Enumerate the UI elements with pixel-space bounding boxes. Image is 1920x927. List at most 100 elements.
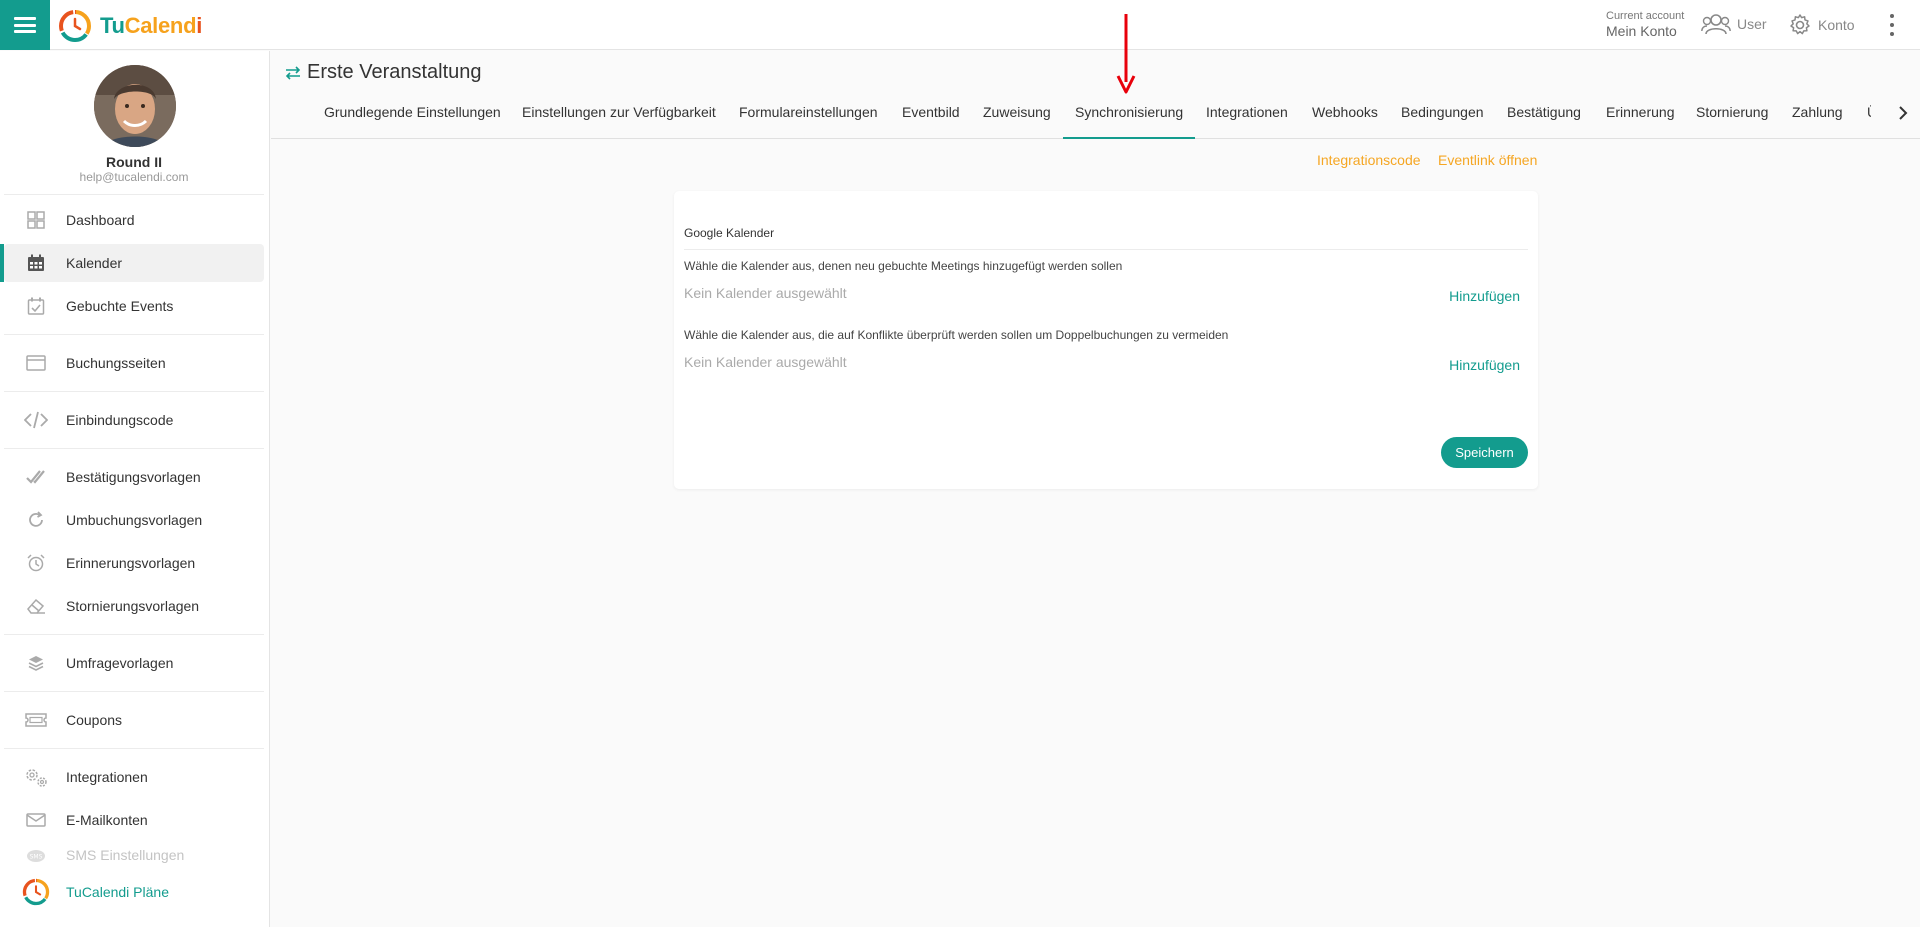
chevron-right-icon[interactable] bbox=[1893, 103, 1913, 123]
integration-code-link[interactable]: Integrationscode bbox=[1317, 152, 1421, 168]
tab-synchronisierung[interactable]: Synchronisierung bbox=[1062, 104, 1196, 139]
calendar-check-icon bbox=[22, 292, 50, 320]
sidebar-item-gebuchte-events[interactable]: Gebuchte Events bbox=[4, 287, 264, 325]
tab-verfuegbarkeit[interactable]: Einstellungen zur Verfügbarkeit bbox=[522, 104, 716, 120]
account-settings-button[interactable]: Konto bbox=[1788, 13, 1855, 37]
user-menu-label: User bbox=[1737, 16, 1767, 32]
sidebar-item-label: Integrationen bbox=[66, 769, 148, 785]
page-title: Erste Veranstaltung bbox=[285, 61, 482, 84]
sidebar-divider bbox=[4, 448, 264, 449]
sidebar-item-kalender[interactable]: Kalender bbox=[0, 244, 264, 282]
sidebar-item-label: Einbindungscode bbox=[66, 412, 174, 428]
google-calendar-sync-card: Google Kalender Wähle die Kalender aus, … bbox=[674, 191, 1538, 489]
sidebar-item-e-mailkonten[interactable]: E-Mailkonten bbox=[4, 801, 264, 839]
sidebar-divider bbox=[4, 634, 264, 635]
card-title: Google Kalender bbox=[684, 226, 775, 240]
tab-uebersicht[interactable]: Üb bbox=[1867, 104, 1871, 120]
sidebar-item-sms-einstellungen[interactable]: SMS SMS Einstellungen bbox=[4, 836, 264, 874]
tab-eventbild[interactable]: Eventbild bbox=[902, 104, 960, 120]
browser-window-icon bbox=[22, 349, 50, 377]
tab-zuweisung[interactable]: Zuweisung bbox=[983, 104, 1051, 120]
brand-part-i: i bbox=[196, 13, 203, 38]
swap-arrows-icon bbox=[285, 65, 301, 80]
brand-part-calend: Calend bbox=[124, 13, 197, 38]
calendar-icon bbox=[22, 249, 50, 277]
sidebar-item-einbindungscode[interactable]: Einbindungscode bbox=[4, 401, 264, 439]
more-options-icon[interactable] bbox=[1882, 14, 1902, 36]
tab-grundlegende-einstellungen[interactable]: Grundlegende Einstellungen bbox=[324, 104, 501, 120]
sidebar-item-umfragevorlagen[interactable]: Umfragevorlagen bbox=[4, 644, 264, 682]
tabs-scroll-area: Grundlegende Einstellungen Einstellungen… bbox=[271, 88, 1871, 139]
sidebar-item-label: TuCalendi Pläne bbox=[66, 884, 169, 900]
sidebar-divider bbox=[4, 391, 264, 392]
user-email: help@tucalendi.com bbox=[79, 170, 189, 184]
avatar[interactable] bbox=[94, 65, 176, 147]
event-tabs: Grundlegende Einstellungen Einstellungen… bbox=[271, 88, 1920, 139]
sidebar-item-dashboard[interactable]: Dashboard bbox=[4, 201, 264, 239]
sidebar-item-label: Buchungsseiten bbox=[66, 355, 166, 371]
sidebar-item-label: Umbuchungsvorlagen bbox=[66, 512, 203, 528]
svg-text:SMS: SMS bbox=[30, 854, 43, 861]
sidebar-item-label: Erinnerungsvorlagen bbox=[66, 555, 196, 571]
tab-zahlung[interactable]: Zahlung bbox=[1792, 104, 1843, 120]
code-icon bbox=[22, 406, 50, 434]
sidebar-item-erinnerungsvorlagen[interactable]: Erinnerungsvorlagen bbox=[4, 544, 264, 582]
eraser-icon bbox=[22, 592, 50, 620]
sidebar-item-label: Dashboard bbox=[66, 212, 135, 228]
sidebar-item-label: E-Mailkonten bbox=[66, 812, 148, 828]
envelope-icon bbox=[22, 806, 50, 834]
sidebar-item-buchungsseiten[interactable]: Buchungsseiten bbox=[4, 344, 264, 382]
hamburger-icon bbox=[14, 17, 36, 33]
account-caption: Current account bbox=[1606, 10, 1685, 22]
brand-logo[interactable]: TuCalendi bbox=[58, 9, 202, 43]
sidebar-divider bbox=[4, 334, 264, 335]
tab-formulareinstellungen[interactable]: Formulareinstellungen bbox=[739, 104, 878, 120]
annotation-arrow-icon bbox=[1116, 14, 1136, 94]
ticket-icon bbox=[22, 706, 50, 734]
sidebar-item-umbuchungsvorlagen[interactable]: Umbuchungsvorlagen bbox=[4, 501, 264, 539]
sidebar-item-label: Stornierungsvorlagen bbox=[66, 598, 200, 614]
tab-erinnerung[interactable]: Erinnerung bbox=[1606, 104, 1675, 120]
tucalendi-logo-icon bbox=[59, 10, 91, 42]
avatar-photo bbox=[94, 65, 176, 147]
sidebar-item-label: Coupons bbox=[66, 712, 123, 728]
sidebar-item-stornierungsvorlagen[interactable]: Stornierungsvorlagen bbox=[4, 587, 264, 625]
tab-bedingungen[interactable]: Bedingungen bbox=[1401, 104, 1484, 120]
add-calendar-button[interactable]: Hinzufügen bbox=[1449, 288, 1520, 304]
current-account-switcher[interactable]: Current account Mein Konto bbox=[1606, 10, 1685, 39]
hamburger-menu-button[interactable] bbox=[0, 0, 50, 50]
sidebar-item-label: Kalender bbox=[66, 255, 123, 271]
sidebar: Round II help@tucalendi.com Dashboard Ka… bbox=[0, 51, 270, 927]
brand-part-tu: Tu bbox=[100, 13, 125, 38]
tab-integrationen[interactable]: Integrationen bbox=[1206, 104, 1288, 120]
sidebar-item-coupons[interactable]: Coupons bbox=[4, 701, 264, 739]
double-check-icon bbox=[22, 463, 50, 491]
sidebar-divider bbox=[4, 748, 264, 749]
save-button[interactable]: Speichern bbox=[1441, 437, 1528, 468]
tab-stornierung[interactable]: Stornierung bbox=[1696, 104, 1768, 120]
sidebar-item-tucalendi-plaene[interactable]: TuCalendi Pläne bbox=[4, 873, 264, 911]
tab-bestaetigung[interactable]: Bestätigung bbox=[1507, 104, 1581, 120]
sms-icon: SMS bbox=[22, 841, 50, 869]
event-title-text: Erste Veranstaltung bbox=[307, 61, 482, 83]
sidebar-divider bbox=[4, 691, 264, 692]
user-name: Round II bbox=[106, 154, 162, 170]
users-icon bbox=[1701, 14, 1731, 35]
add-conflict-calendar-button[interactable]: Hinzufügen bbox=[1449, 357, 1520, 373]
dashboard-icon bbox=[22, 206, 50, 234]
sidebar-item-integrationen[interactable]: Integrationen bbox=[4, 758, 264, 796]
tucalendi-logo-icon bbox=[22, 878, 50, 906]
user-menu-button[interactable]: User bbox=[1701, 13, 1767, 35]
add-calendars-value: Kein Kalender ausgewählt bbox=[684, 285, 847, 301]
sidebar-item-bestaetigungsvorlagen[interactable]: Bestätigungsvorlagen bbox=[4, 458, 264, 496]
conflict-calendars-label: Wähle die Kalender aus, die auf Konflikt… bbox=[684, 328, 1229, 342]
layers-icon bbox=[22, 649, 50, 677]
sidebar-item-label: Bestätigungsvorlagen bbox=[66, 469, 201, 485]
open-event-link[interactable]: Eventlink öffnen bbox=[1438, 152, 1537, 168]
gears-icon bbox=[22, 763, 50, 791]
card-divider bbox=[684, 249, 1528, 250]
refresh-icon bbox=[22, 506, 50, 534]
sidebar-item-label: Umfragevorlagen bbox=[66, 655, 174, 671]
sidebar-item-label: Gebuchte Events bbox=[66, 298, 174, 314]
tab-webhooks[interactable]: Webhooks bbox=[1312, 104, 1378, 120]
